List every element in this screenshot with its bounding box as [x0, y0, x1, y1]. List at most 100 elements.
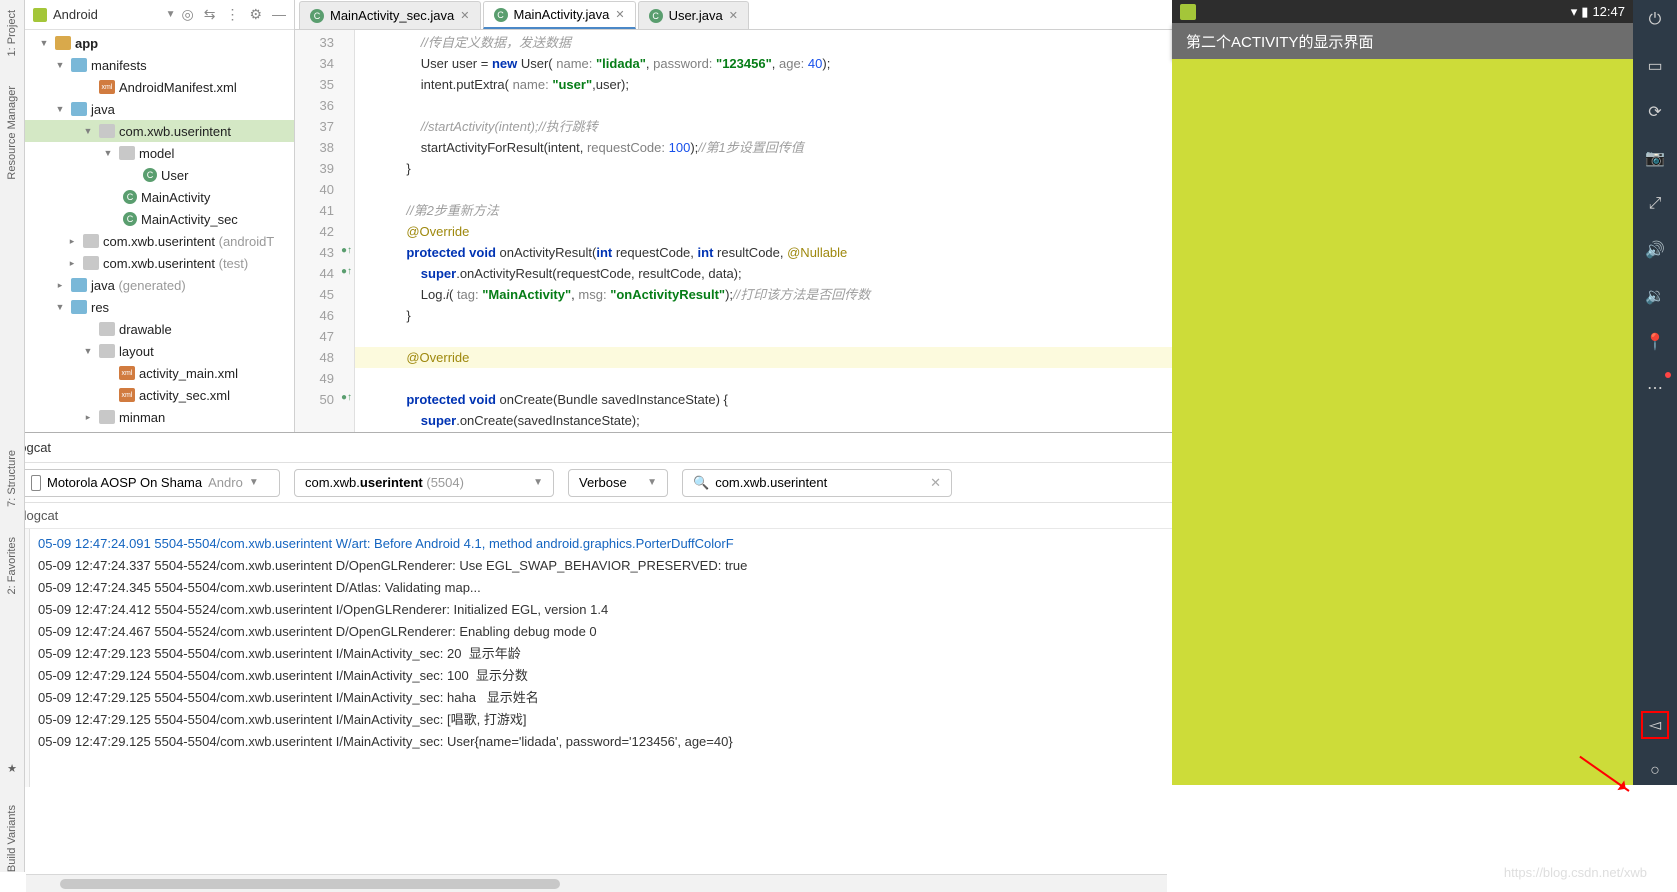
- tree-label: app: [75, 36, 98, 51]
- xml-file-icon: xml: [119, 366, 135, 380]
- tree-item[interactable]: ▼java: [25, 98, 294, 120]
- project-tree[interactable]: ▼app▼manifestsxmlAndroidManifest.xml▼jav…: [25, 30, 294, 432]
- tree-item[interactable]: ▼manifests: [25, 54, 294, 76]
- class-icon: C: [143, 168, 157, 182]
- tree-item[interactable]: drawable: [25, 318, 294, 340]
- close-icon[interactable]: ✕: [460, 9, 469, 22]
- tree-label: java (generated): [91, 278, 186, 293]
- folder-icon: [71, 278, 87, 292]
- tree-label: com.xwb.userintent (androidT: [103, 234, 274, 249]
- tree-arrow-icon[interactable]: ▼: [81, 346, 95, 356]
- tree-label: com.xwb.userintent: [119, 124, 231, 139]
- tree-item[interactable]: xml activity_main.xml: [25, 362, 294, 384]
- folder-icon: [83, 256, 99, 270]
- folder-icon: [99, 124, 115, 138]
- tree-arrow-icon[interactable]: ▸: [53, 280, 67, 291]
- more-icon[interactable]: ⋯: [1641, 374, 1669, 402]
- tree-item[interactable]: ▼ app: [25, 32, 294, 54]
- tree-item[interactable]: ▼ com.xwb.userintent: [25, 120, 294, 142]
- tree-arrow-icon[interactable]: ▼: [53, 104, 67, 114]
- tab-label: User.java: [669, 8, 723, 23]
- class-icon: C: [123, 190, 137, 204]
- class-icon: C: [494, 8, 508, 22]
- class-icon: C: [310, 9, 324, 23]
- log-search-field[interactable]: [715, 475, 924, 490]
- tree-item[interactable]: ▸ minman: [25, 406, 294, 428]
- chevron-down-icon: ▼: [533, 477, 543, 488]
- display-icon[interactable]: ▭: [1641, 52, 1669, 80]
- emulator-toolbar: ⏻ ▭ ⟳ 📷 ⤢ 🔊 🔉 📍 ⋯ ◅ ○: [1633, 0, 1677, 785]
- tree-label: activity_sec.xml: [139, 388, 230, 403]
- close-icon[interactable]: ✕: [729, 9, 738, 22]
- project-tool-button[interactable]: 1: Project: [6, 10, 18, 56]
- tree-item[interactable]: ▼layout: [25, 340, 294, 362]
- rotate-icon[interactable]: ⟳: [1641, 98, 1669, 126]
- editor-tab[interactable]: C User.java ✕: [638, 1, 749, 29]
- project-panel: Android ▼ ◎ ⇆ ⋮ ⚙ — ▼ app ▼manifests xml And…: [25, 0, 295, 432]
- tree-item[interactable]: CMainActivity: [25, 186, 294, 208]
- horizontal-scrollbar[interactable]: [26, 874, 1167, 892]
- volume-down-icon[interactable]: 🔉: [1641, 282, 1669, 310]
- folder-icon: [71, 102, 87, 116]
- minimize-icon[interactable]: —: [272, 6, 286, 23]
- tree-item[interactable]: ▸ com.xwb.userintent (androidT: [25, 230, 294, 252]
- editor-tab[interactable]: CMainActivity_sec.java✕: [299, 1, 481, 29]
- tree-item[interactable]: xml AndroidManifest.xml: [25, 76, 294, 98]
- tree-label: User: [161, 168, 188, 183]
- project-view-selector[interactable]: Android: [53, 7, 160, 22]
- filter-icon[interactable]: ⇆: [204, 6, 216, 23]
- screenshot-icon[interactable]: 📷: [1641, 144, 1669, 172]
- tree-arrow-icon[interactable]: ▼: [53, 302, 67, 312]
- location-icon[interactable]: 📍: [1641, 328, 1669, 356]
- target-icon[interactable]: ◎: [181, 6, 193, 23]
- tree-item[interactable]: C User: [25, 164, 294, 186]
- tree-item[interactable]: ▼ model: [25, 142, 294, 164]
- tree-item[interactable]: ▸com.xwb.userintent (test): [25, 252, 294, 274]
- tree-arrow-icon[interactable]: ▼: [53, 60, 67, 70]
- resource-manager-button[interactable]: Resource Manager: [6, 86, 18, 180]
- back-button[interactable]: ◅: [1641, 711, 1669, 739]
- log-level-selector[interactable]: Verbose▼: [568, 469, 668, 497]
- tree-item[interactable]: C MainActivity_sec: [25, 208, 294, 230]
- home-button[interactable]: ○: [1641, 757, 1669, 785]
- tree-arrow-icon[interactable]: ▸: [65, 236, 79, 247]
- gear-icon[interactable]: ⚙: [249, 6, 262, 23]
- build-variants-button[interactable]: Build Variants: [6, 805, 18, 872]
- tree-arrow-icon[interactable]: ▼: [101, 148, 115, 158]
- tree-item[interactable]: ▸ java (generated): [25, 274, 294, 296]
- editor-gutter: 33 34 35 36 37 38 39 40 41 42 43 44 45 4…: [295, 30, 355, 432]
- tree-item[interactable]: ▼res: [25, 296, 294, 318]
- chevron-down-icon: ▼: [647, 477, 657, 488]
- class-icon: C: [649, 9, 663, 23]
- log-search-input[interactable]: 🔍 ✕: [682, 469, 952, 497]
- tree-label: model: [139, 146, 174, 161]
- volume-up-icon[interactable]: 🔊: [1641, 236, 1669, 264]
- power-icon[interactable]: ⏻: [1641, 6, 1669, 34]
- tree-label: AndroidManifest.xml: [119, 80, 237, 95]
- tree-label: MainActivity_sec: [141, 212, 238, 227]
- activity-content[interactable]: [1172, 59, 1633, 785]
- tree-label: drawable: [119, 322, 172, 337]
- tree-item[interactable]: xmlactivity_sec.xml: [25, 384, 294, 406]
- device-selector[interactable]: Motorola AOSP On Shama Andro ▼: [20, 469, 280, 497]
- close-icon[interactable]: ✕: [615, 8, 624, 21]
- favorites-tool-button[interactable]: 2: Favorites: [6, 537, 18, 594]
- tree-arrow-icon[interactable]: ▸: [65, 258, 79, 269]
- clear-icon[interactable]: ✕: [930, 475, 941, 491]
- chevron-down-icon: ▼: [249, 477, 259, 488]
- expand-icon[interactable]: ⤢: [1641, 190, 1669, 218]
- chevron-down-icon[interactable]: ▼: [166, 9, 176, 20]
- tree-arrow-icon[interactable]: ▼: [81, 126, 95, 136]
- tree-arrow-icon[interactable]: ▸: [81, 412, 95, 423]
- structure-tool-button[interactable]: 7: Structure: [6, 450, 18, 507]
- tab-label: MainActivity.java: [514, 7, 610, 22]
- tree-arrow-icon[interactable]: ▼: [37, 38, 51, 48]
- vdots-icon[interactable]: ⋮: [225, 6, 239, 23]
- xml-file-icon: xml: [99, 80, 115, 94]
- tree-label: minman: [119, 410, 165, 425]
- tree-label: activity_main.xml: [139, 366, 238, 381]
- package-selector[interactable]: com.xwb.userintent (5504) ▼: [294, 469, 554, 497]
- editor-tab[interactable]: C MainActivity.java ✕: [483, 1, 636, 29]
- class-icon: C: [123, 212, 137, 226]
- folder-icon: [119, 146, 135, 160]
